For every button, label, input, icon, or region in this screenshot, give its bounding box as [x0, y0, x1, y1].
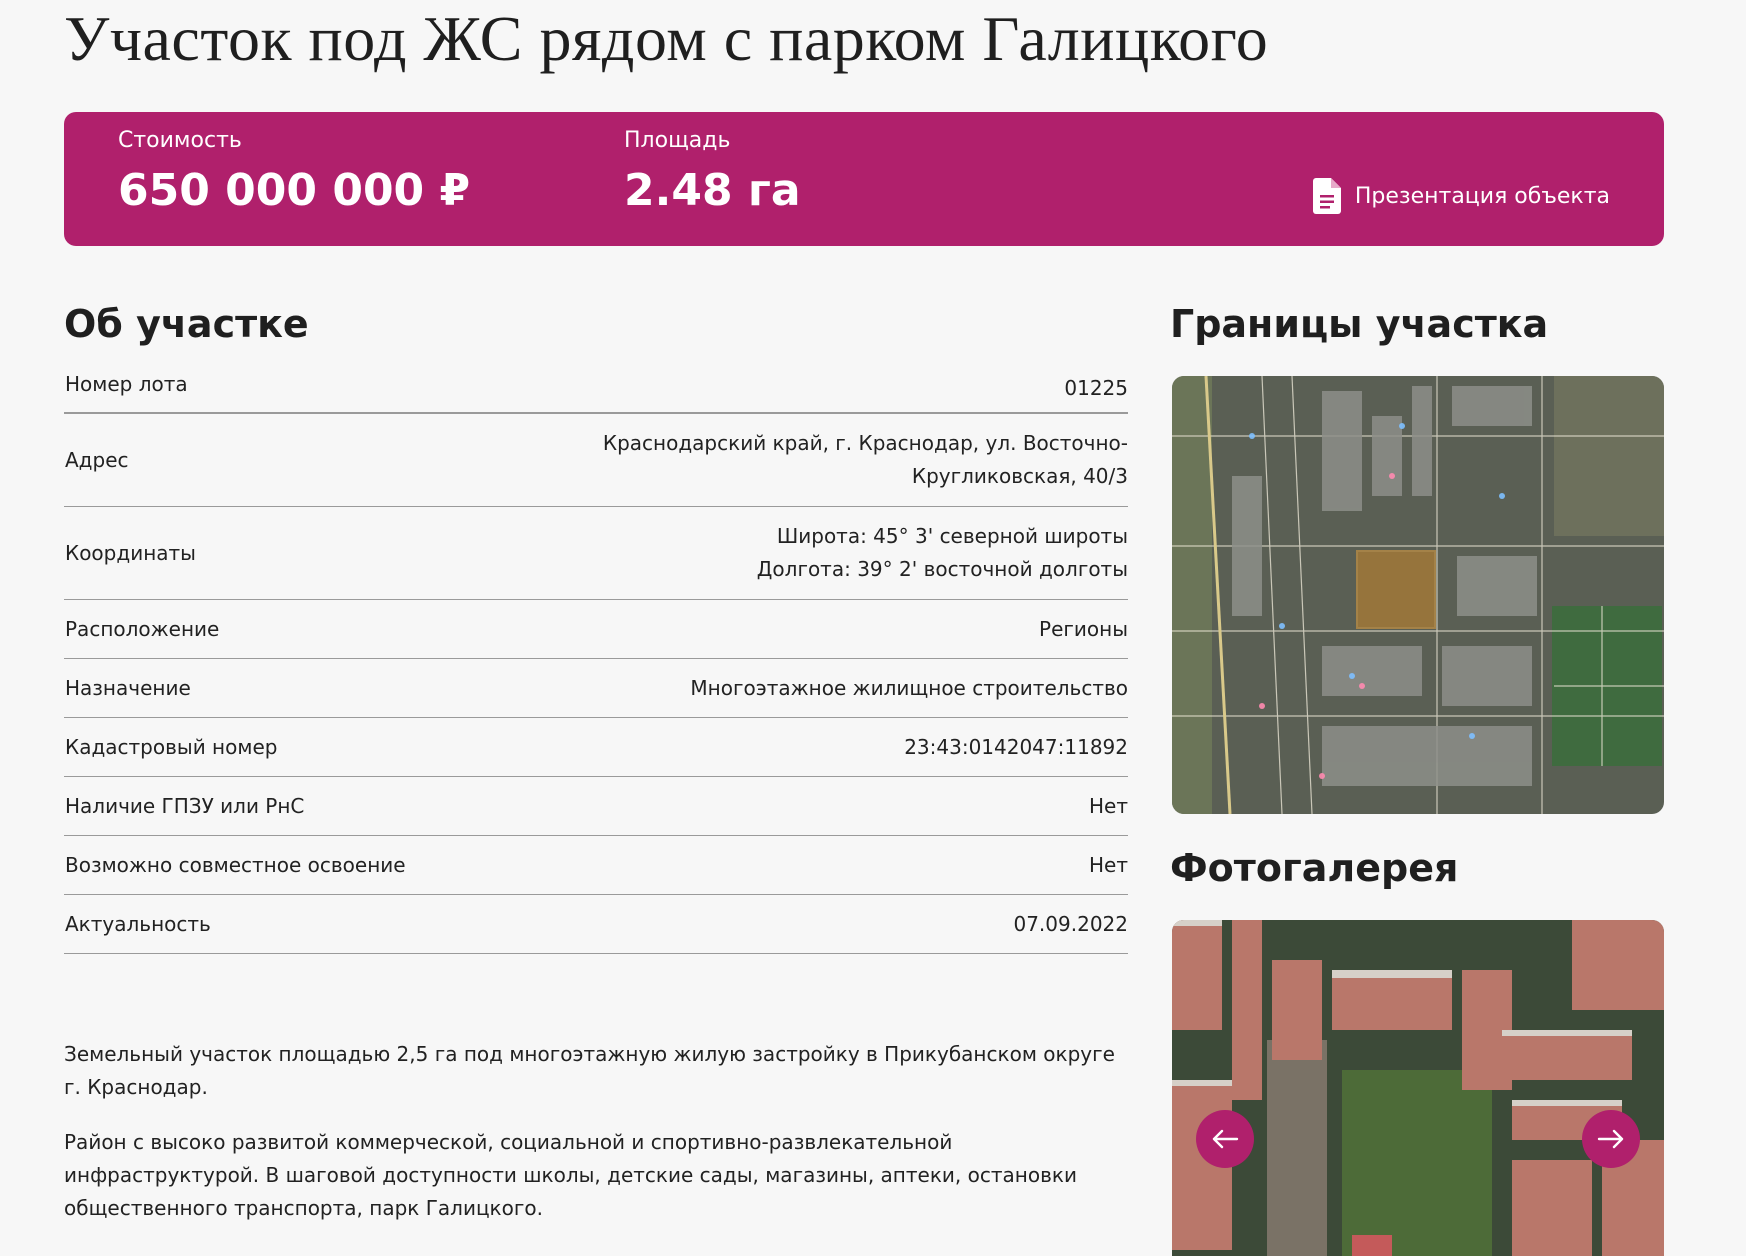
- table-row: Координаты Широта: 45° 3' северной широт…: [64, 507, 1128, 600]
- aerial-photo: [1172, 920, 1664, 1256]
- row-key: Возможно совместное освоение: [65, 853, 406, 877]
- description-paragraph: Земельный участок площадью 2,5 га под мн…: [64, 1042, 1115, 1099]
- lot-details-table: Номер лота 01225 Адрес Краснодарский кра…: [64, 362, 1128, 954]
- arrow-right-icon: [1597, 1129, 1624, 1149]
- area-block: Площадь 2.48 га: [624, 128, 801, 216]
- gallery-prev-button[interactable]: [1196, 1110, 1254, 1168]
- row-key: Адрес: [65, 448, 129, 472]
- table-row: Назначение Многоэтажное жилищное строите…: [64, 659, 1128, 718]
- satellite-map-image: [1172, 376, 1664, 814]
- cost-block: Стоимость 650 000 000 ₽: [118, 128, 470, 216]
- table-row: Адрес Краснодарский край, г. Краснодар, …: [64, 414, 1128, 507]
- area-label: Площадь: [624, 128, 731, 153]
- row-value: Нет: [1089, 852, 1128, 877]
- row-key: Кадастровый номер: [65, 735, 278, 759]
- table-row: Расположение Регионы: [64, 600, 1128, 659]
- address-line-1: Краснодарский край, г. Краснодар, ул. Во…: [602, 431, 1128, 455]
- gallery-heading: Фотогалерея: [1170, 846, 1459, 890]
- row-key: Координаты: [65, 541, 196, 565]
- area-value: 2.48 га: [624, 165, 801, 216]
- row-value: Широта: 45° 3' северной широты Долгота: …: [757, 520, 1128, 586]
- table-row: Кадастровый номер 23:43:0142047:11892: [64, 718, 1128, 777]
- cost-label: Стоимость: [118, 128, 242, 153]
- row-value: 07.09.2022: [1013, 911, 1128, 936]
- photo-gallery[interactable]: [1172, 920, 1664, 1256]
- row-value: 01225: [1064, 376, 1128, 400]
- description-paragraph: Район с высоко развитой коммерческой, со…: [64, 1130, 1077, 1220]
- row-value: Регионы: [1039, 616, 1128, 641]
- arrow-left-icon: [1212, 1129, 1239, 1149]
- row-value: 23:43:0142047:11892: [904, 734, 1128, 759]
- presentation-button[interactable]: Презентация объекта: [1312, 178, 1610, 214]
- description: Земельный участок площадью 2,5 га под мн…: [64, 1038, 1134, 1247]
- cost-value: 650 000 000 ₽: [118, 165, 471, 216]
- gallery-next-button[interactable]: [1582, 1110, 1640, 1168]
- row-key: Номер лота: [65, 372, 188, 396]
- latitude-text: Широта: 45° 3' северной широты: [776, 524, 1128, 548]
- about-heading: Об участке: [64, 302, 309, 346]
- price-banner: Стоимость 650 000 000 ₽ Площадь 2.48 га …: [64, 112, 1664, 246]
- boundaries-heading: Границы участка: [1170, 302, 1549, 346]
- table-row: Актуальность 07.09.2022: [64, 895, 1128, 954]
- table-row: Наличие ГПЗУ или РнС Нет: [64, 777, 1128, 836]
- boundaries-map[interactable]: [1172, 376, 1664, 814]
- page-title: Участок под ЖС рядом с парком Галицкого: [64, 3, 1269, 74]
- row-key: Назначение: [65, 676, 191, 700]
- table-row: Возможно совместное освоение Нет: [64, 836, 1128, 895]
- presentation-label: Презентация объекта: [1354, 183, 1610, 209]
- row-value: Многоэтажное жилищное строительство: [690, 675, 1128, 700]
- row-key: Актуальность: [65, 912, 211, 936]
- row-key: Наличие ГПЗУ или РнС: [65, 794, 305, 818]
- address-line-2: Кругликовская, 40/3: [911, 464, 1128, 488]
- row-value: Краснодарский край, г. Краснодар, ул. Во…: [603, 427, 1128, 493]
- document-icon: [1312, 178, 1341, 214]
- row-value: Нет: [1089, 793, 1128, 818]
- longitude-text: Долгота: 39° 2' восточной долготы: [756, 557, 1128, 581]
- row-key: Расположение: [65, 617, 220, 641]
- table-row: Номер лота 01225: [64, 362, 1128, 414]
